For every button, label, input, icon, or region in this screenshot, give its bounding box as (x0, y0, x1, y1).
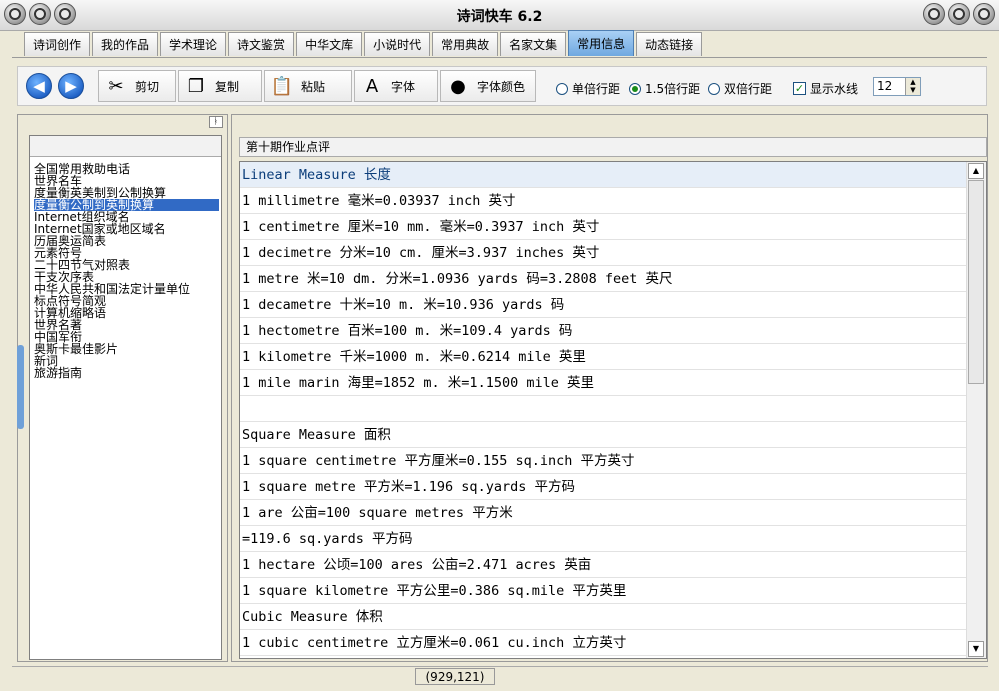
document-line: Linear Measure 长度 (240, 162, 967, 188)
document-line: 1 are 公亩=100 square metres 平方米 (240, 500, 967, 526)
copy-icon: ❐ (187, 75, 205, 97)
sidebar-item[interactable]: 旅游指南 (34, 367, 219, 380)
font-label: 字体 (391, 79, 416, 94)
category-tree: 全国常用救助电话 世界名车 度量衡英美制到公制换算 度量衡公制到英制换算 Interne… (34, 163, 219, 380)
category-list-header (30, 136, 221, 157)
font-color-label: 字体颜色 (477, 79, 526, 94)
cursor-coords: (929,121) (415, 668, 495, 685)
single-spacing-label: 单倍行距 (572, 82, 621, 96)
document-line: 1 hectare 公顷=100 ares 公亩=2.471 acres 英亩 (240, 552, 967, 578)
tab-1[interactable]: 我的作品 (92, 32, 159, 56)
copy-label: 复制 (215, 79, 240, 94)
main-tabs: 诗词创作 我的作品 学术理论 诗文鉴赏 中华文库 小说时代 常用典故 名家文集 常用信息 动态链接 (24, 30, 704, 58)
document-line: 1 centimetre 厘米=10 mm. 毫米=0.3937 inch 英寸 (240, 214, 967, 240)
paste-button[interactable]: 📋 粘贴 (264, 70, 352, 102)
checkmark-icon: ✓ (793, 82, 806, 95)
cut-button[interactable]: ✂ 剪切 (98, 70, 176, 102)
splitter-handle[interactable] (17, 345, 24, 429)
paste-icon: 📋 (270, 75, 294, 97)
radio-circle (556, 82, 568, 95)
paste-label: 粘贴 (301, 79, 326, 94)
tab-3[interactable]: 诗文鉴赏 (228, 32, 295, 56)
double-spacing-radio[interactable]: 双倍行距 (708, 80, 772, 97)
tab-9[interactable]: 动态链接 (636, 32, 703, 56)
radio-circle (708, 82, 720, 95)
tab-5[interactable]: 小说时代 (364, 32, 431, 56)
scissors-icon: ✂ (108, 75, 124, 97)
font-size-spinner[interactable]: 12 ▲ ▼ (873, 77, 921, 96)
document-line: 1 hectometre 百米=100 m. 米=109.4 yards 码 (240, 318, 967, 344)
spinner-arrows-icon[interactable]: ▲ ▼ (905, 78, 920, 95)
double-spacing-label: 双倍行距 (724, 82, 773, 96)
tab-2[interactable]: 学术理论 (160, 32, 227, 56)
document-line: 1 square metre 平方米=1.196 sq.yards 平方码 (240, 474, 967, 500)
content-panel: 第十期作业点评 Linear Measure 长度 1 millimetre 毫米… (231, 114, 988, 662)
copy-button[interactable]: ❐ 复制 (178, 70, 262, 102)
tab-8[interactable]: 常用信息 (568, 30, 635, 56)
title-bar: 诗词快车 6.2 (0, 0, 999, 31)
toolbar: ◀ ▶ ✂ 剪切 ❐ 复制 📋 粘贴 A 字体 ● 字体颜色 单倍行距 1.5倍… (17, 66, 987, 106)
font-size-value: 12 (877, 79, 893, 93)
font-icon: A (365, 75, 379, 97)
minimize-icon[interactable] (923, 3, 945, 25)
vertical-scrollbar[interactable]: ▲ ▼ (966, 162, 986, 658)
document-line: 1 decimetre 分米=10 cm. 厘米=3.937 inches 英寸 (240, 240, 967, 266)
document-line: 1 metre 米=10 dm. 分米=1.0936 yards 码=3.280… (240, 266, 967, 292)
scroll-up-icon[interactable]: ▲ (968, 163, 984, 179)
document-line: Cubic Measure 体积 (240, 604, 967, 630)
document-line: 1 square centimetre 平方厘米=0.155 sq.inch 平… (240, 448, 967, 474)
show-watermark-label: 显示水线 (810, 82, 859, 96)
pin-icon[interactable]: ᚭ (209, 116, 223, 128)
single-spacing-radio[interactable]: 单倍行距 (556, 80, 620, 97)
document-line (240, 396, 967, 422)
font-color-button[interactable]: ● 字体颜色 (440, 70, 536, 102)
document-line: 1 millimetre 毫米=0.03937 inch 英寸 (240, 188, 967, 214)
document-line: Square Measure 面积 (240, 422, 967, 448)
one-half-spacing-radio[interactable]: 1.5倍行距 (629, 80, 700, 97)
sidebar-item[interactable]: 奥斯卡最佳影片 (34, 343, 219, 356)
scroll-down-icon[interactable]: ▼ (968, 641, 984, 657)
document-header: 第十期作业点评 (239, 137, 987, 157)
category-panel: ᚭ 全国常用救助电话 世界名车 度量衡英美制到公制换算 度量衡公制到英制换算 Inter… (17, 114, 228, 662)
show-watermark-checkbox[interactable]: ✓ 显示水线 (793, 80, 858, 97)
cut-label: 剪切 (135, 79, 160, 94)
maximize-icon[interactable] (948, 3, 970, 25)
tab-4[interactable]: 中华文库 (296, 32, 363, 56)
document-text-area[interactable]: Linear Measure 长度 1 millimetre 毫米=0.03937… (239, 161, 987, 659)
scrollbar-thumb[interactable] (968, 180, 984, 384)
document-line: 1 decametre 十米=10 m. 米=10.936 yards 码 (240, 292, 967, 318)
document-line: =119.6 sq.yards 平方码 (240, 526, 967, 552)
tab-6[interactable]: 常用典故 (432, 32, 499, 56)
tab-0[interactable]: 诗词创作 (24, 32, 91, 56)
tab-divider (12, 57, 987, 58)
document-line: 1 square kilometre 平方公里=0.386 sq.mile 平方… (240, 578, 967, 604)
radio-circle-selected (629, 82, 641, 95)
window-title: 诗词快车 6.2 (456, 9, 543, 25)
status-bar: (929,121) (12, 666, 988, 687)
window-controls-right (923, 3, 995, 25)
arrow-left-icon[interactable]: ◀ (26, 73, 52, 99)
close-icon[interactable] (973, 3, 995, 25)
font-button[interactable]: A 字体 (354, 70, 438, 102)
arrow-right-icon[interactable]: ▶ (58, 73, 84, 99)
document-line: 1 kilometre 千米=1000 m. 米=0.6214 mile 英里 (240, 344, 967, 370)
tab-7[interactable]: 名家文集 (500, 32, 567, 56)
document-line: 1 mile marin 海里=1852 m. 米=1.1500 mile 英里 (240, 370, 967, 396)
document-line: 1 cubic centimetre 立方厘米=0.061 cu.inch 立方… (240, 630, 967, 656)
font-color-icon: ● (450, 75, 466, 97)
one-half-spacing-label: 1.5倍行距 (645, 82, 701, 96)
